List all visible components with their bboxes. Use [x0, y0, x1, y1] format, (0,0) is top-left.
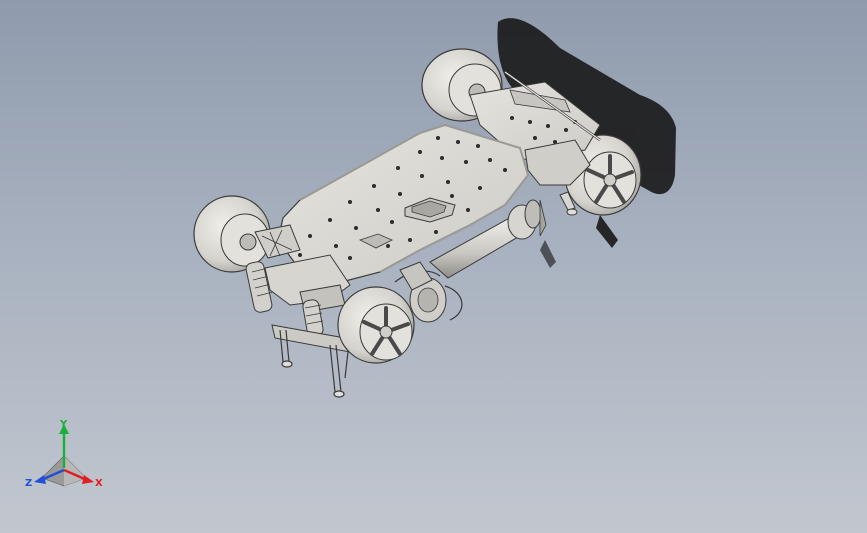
front-bulkhead[interactable] — [264, 254, 351, 353]
graphics-viewport[interactable]: Y X Z — [0, 0, 867, 533]
wheel-front-right[interactable] — [337, 286, 415, 364]
y-axis-label: Y — [59, 419, 68, 430]
coordinate-triad[interactable]: Y X Z — [24, 418, 108, 498]
assembly-model[interactable] — [0, 0, 867, 533]
x-axis-label: X — [95, 478, 103, 489]
z-axis-label: Z — [25, 478, 32, 489]
